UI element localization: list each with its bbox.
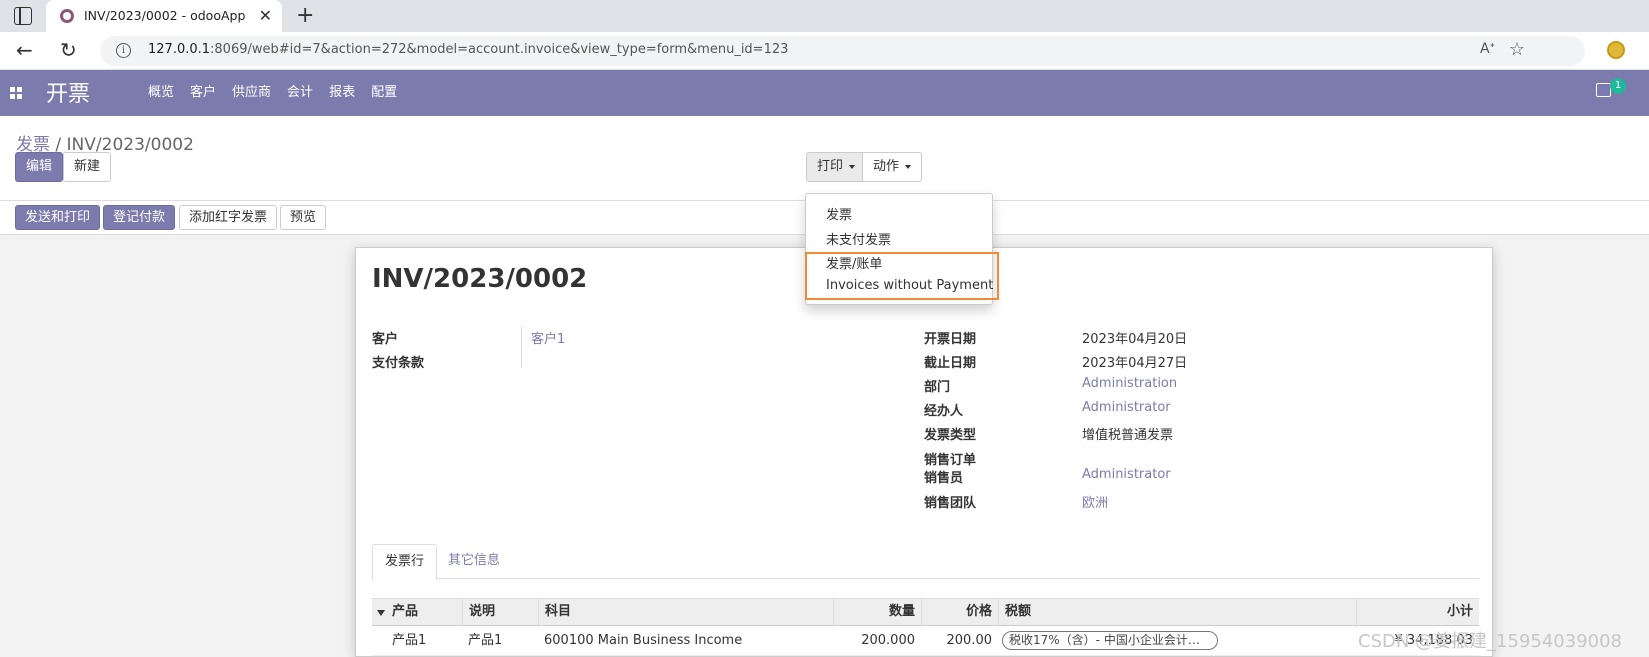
tab-invoice-lines[interactable]: 发票行: [372, 544, 438, 580]
customer-label: 客户: [372, 332, 399, 347]
payment-terms-label: 支付条款: [372, 356, 425, 371]
due-date-label: 截止日期: [924, 356, 977, 371]
salesperson-label: 销售员: [924, 471, 964, 486]
info-icon[interactable]: i: [116, 43, 131, 58]
invoice-date-label: 开票日期: [924, 332, 977, 347]
due-date-value[interactable]: 2023年04月27日: [1082, 352, 1187, 371]
field-divider: [521, 326, 522, 368]
salesperson-value[interactable]: Administrator: [1082, 467, 1171, 482]
edit-button[interactable]: 编辑: [15, 152, 64, 182]
col-description[interactable]: 说明: [462, 599, 538, 627]
action-dropdown-button[interactable]: 动作: [862, 152, 923, 182]
url-field[interactable]: i 127.0.0.1:8069/web#id=7&action=272&mod…: [100, 36, 1585, 66]
send-print-button[interactable]: 发送和打印: [15, 205, 101, 230]
col-price[interactable]: 价格: [921, 599, 998, 627]
cell-tax: 税收17%（含）- 中国小企业会计…: [1002, 626, 1356, 656]
print-menu-item-invoice[interactable]: 发票: [826, 204, 852, 223]
favorite-icon[interactable]: ☆: [1509, 39, 1525, 60]
invoice-title: INV/2023/0002: [372, 264, 588, 294]
menu-item-reports[interactable]: 报表: [321, 70, 363, 116]
cell-description: 产品1: [468, 633, 503, 648]
odoo-favicon: [60, 9, 74, 23]
url-text: 127.0.0.1:8069/web#id=7&action=272&model…: [148, 42, 789, 57]
invoice-lines-header: 产品 说明 科目 数量 价格 税额 小计: [372, 598, 1479, 627]
address-bar-row: ← ↻ i 127.0.0.1:8069/web#id=7&action=272…: [0, 32, 1649, 70]
invoice-type-label: 发票类型: [924, 428, 977, 443]
handler-value[interactable]: Administrator: [1082, 400, 1171, 415]
table-row[interactable]: 产品1 产品1 600100 Main Business Income 200.…: [372, 626, 1479, 656]
invoice-sheet: INV/2023/0002 客户 客户1 支付条款 开票日期 2023年04月2…: [355, 247, 1493, 657]
print-label: 打印: [817, 159, 844, 174]
tab-title: INV/2023/0002 - odooApp: [84, 8, 246, 23]
add-credit-note-button[interactable]: 添加红字发票: [179, 205, 278, 230]
print-dropdown-button[interactable]: 打印: [806, 152, 867, 182]
cell-price: 200.00: [946, 633, 993, 648]
department-value[interactable]: Administration: [1082, 376, 1177, 391]
form-tabs: 发票行 其它信息: [372, 544, 1479, 580]
preview-button[interactable]: 预览: [280, 205, 327, 230]
odoo-navbar: 开票 概览 客户 供应商 会计 报表 配置 1: [0, 70, 1649, 116]
col-subtotal[interactable]: 小计: [1356, 599, 1479, 627]
print-menu-item-unpaid-invoice[interactable]: 未支付发票: [826, 229, 891, 248]
message-count-badge: 1: [1610, 78, 1626, 94]
register-payment-button[interactable]: 登记付款: [103, 205, 176, 230]
col-quantity[interactable]: 数量: [833, 599, 921, 627]
col-product[interactable]: 产品: [386, 599, 456, 627]
customer-field[interactable]: 客户1: [531, 328, 565, 347]
messages-icon[interactable]: [1596, 83, 1611, 97]
col-account[interactable]: 科目: [538, 599, 833, 627]
control-panel: 发票 / INV/2023/0002 编辑 新建 打印 动作: [0, 116, 1649, 201]
menu-item-vendors[interactable]: 供应商: [224, 70, 279, 116]
watermark: CSDN @姜振建_15954039008: [1358, 631, 1623, 652]
caret-down-icon: [905, 164, 912, 169]
department-label: 部门: [924, 380, 951, 395]
invoice-date-value[interactable]: 2023年04月20日: [1082, 328, 1187, 347]
sales-team-value[interactable]: 欧洲: [1082, 492, 1108, 511]
caret-down-icon: [849, 164, 856, 169]
cell-quantity: 200.000: [861, 633, 915, 648]
extension-icon[interactable]: [1607, 41, 1625, 59]
invoice-type-value[interactable]: 增值税普通发票: [1082, 424, 1173, 443]
reload-icon[interactable]: ↻: [60, 38, 77, 62]
sales-team-label: 销售团队: [924, 496, 977, 511]
read-aloud-icon[interactable]: Aᐩ: [1480, 41, 1495, 57]
browser-tab[interactable]: INV/2023/0002 - odooApp ✕: [46, 0, 282, 32]
col-tax[interactable]: 税额: [998, 599, 1356, 627]
browser-tab-bar: INV/2023/0002 - odooApp ✕ +: [0, 0, 1649, 32]
new-button[interactable]: 新建: [63, 152, 112, 182]
apps-menu-icon[interactable]: [10, 87, 23, 100]
back-icon[interactable]: ←: [16, 38, 33, 62]
plus-icon[interactable]: +: [296, 3, 314, 28]
menu-item-overview[interactable]: 概览: [140, 70, 182, 116]
close-icon[interactable]: ✕: [259, 6, 272, 25]
sidebar-icon[interactable]: [14, 7, 32, 25]
tab-other-info[interactable]: 其它信息: [436, 544, 512, 580]
cell-account: 600100 Main Business Income: [544, 633, 743, 648]
caret-down-icon[interactable]: [377, 610, 385, 616]
app-brand: 开票: [46, 82, 91, 107]
highlight-box: [805, 252, 999, 300]
menu-item-accounting[interactable]: 会计: [279, 70, 321, 116]
main-menu: 概览 客户 供应商 会计 报表 配置: [140, 70, 405, 116]
sales-order-label: 销售订单: [924, 453, 977, 468]
action-label: 动作: [873, 159, 900, 174]
handler-label: 经办人: [924, 404, 964, 419]
tax-tag: 税收17%（含）- 中国小企业会计…: [1002, 631, 1218, 650]
menu-item-config[interactable]: 配置: [363, 70, 405, 116]
cell-product: 产品1: [392, 633, 427, 648]
menu-item-customers[interactable]: 客户: [182, 70, 224, 116]
